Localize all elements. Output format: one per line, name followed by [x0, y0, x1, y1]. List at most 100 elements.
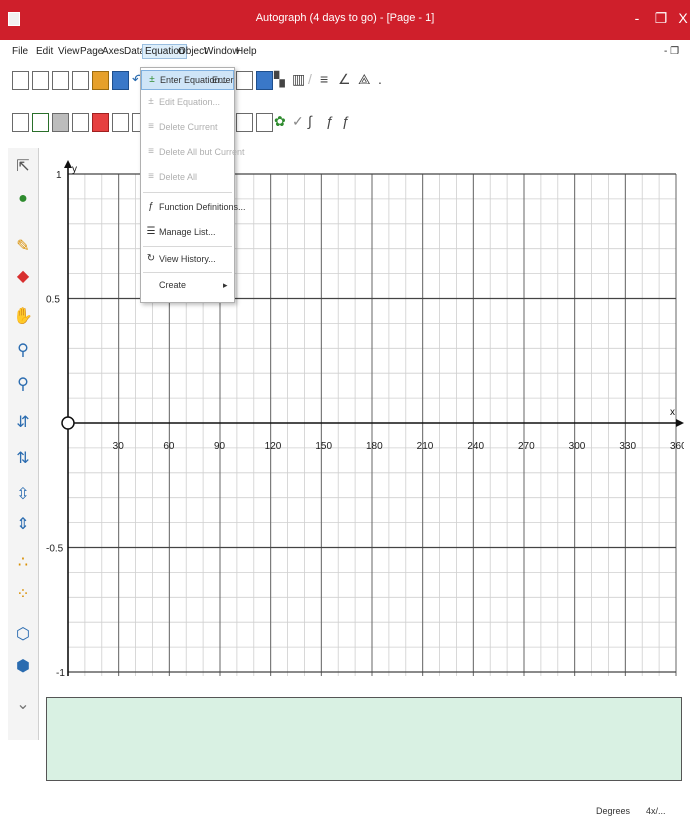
menu-item-create[interactable]: Create ▸ [141, 276, 234, 296]
menu-item-enter-equation[interactable]: ± Enter Equation... Enter [141, 70, 234, 90]
new-page-icon[interactable] [52, 71, 69, 90]
angle-icon[interactable]: ∠ [338, 71, 351, 88]
new-2d-page-icon[interactable] [12, 71, 29, 90]
menu-separator [143, 246, 232, 247]
menu-item-edit-equation[interactable]: ± Edit Equation... [141, 93, 234, 113]
more-icon[interactable]: . [378, 71, 382, 87]
slow-plot-icon[interactable] [236, 113, 253, 132]
y-axis-arrow [64, 160, 72, 168]
text-box-icon[interactable] [236, 71, 253, 90]
checkbox-icon[interactable] [32, 113, 49, 132]
title-bar: Autograph (4 days to go) - [Page - 1] - … [0, 0, 690, 40]
x-tick-label: 270 [518, 441, 535, 452]
window-title: Autograph (4 days to go) - [Page - 1] [255, 12, 435, 24]
delete-current-icon: ≡ [148, 121, 154, 132]
x-tick-label: 360 [670, 441, 684, 452]
y-axis-label: y [72, 164, 77, 175]
restore-child-button[interactable]: - ❐ [664, 46, 679, 57]
reflect-icon[interactable]: ⇕ [12, 514, 34, 536]
add-point-icon[interactable]: ● [12, 188, 34, 210]
translate-icon[interactable]: ⇳ [12, 484, 34, 506]
new-probability-page-icon[interactable] [72, 71, 89, 90]
x-tick-label: 210 [417, 441, 434, 452]
x-tick-label: 150 [315, 441, 332, 452]
menu-item-manage-list[interactable]: ☰ Manage List... [141, 223, 234, 243]
collapse-icon[interactable]: ⌄ [12, 694, 34, 716]
function-def-icon[interactable]: ƒ [342, 113, 350, 129]
paint-icon[interactable]: ▚ [274, 71, 285, 88]
open-folder-icon[interactable] [92, 71, 109, 90]
angle-mode-label: Degrees [596, 806, 631, 816]
menu-separator [143, 272, 232, 273]
tick-icon[interactable]: ✓ [292, 113, 304, 130]
delete-all-but-current-icon: ≡ [148, 146, 154, 157]
list-icon[interactable]: ≡ [320, 71, 328, 87]
fast-plot-icon[interactable] [256, 113, 273, 132]
x-axis-arrow [676, 419, 684, 427]
x-tick-label: 180 [366, 441, 383, 452]
pencil-icon[interactable]: ✎ [12, 236, 34, 258]
scatter-icon[interactable]: ∴ [12, 552, 34, 574]
menu-item-delete-all[interactable]: ≡ Delete All [141, 168, 234, 188]
y-tick-label: -0.5 [46, 544, 64, 555]
hand-icon[interactable]: ✋ [12, 306, 34, 328]
x-tick-label: 30 [113, 441, 125, 452]
turtle-icon[interactable]: ✿ [274, 113, 286, 130]
status-extra: 4x/... [646, 806, 666, 816]
integral-icon[interactable]: ∫ [308, 113, 312, 129]
edit-equation-icon: ± [148, 96, 154, 107]
zoom-out-icon[interactable]: ⚲ [12, 374, 34, 396]
status-bar: Degrees 4x/... [0, 800, 690, 818]
menu-bar: File Edit View Page Axes Data Equation O… [0, 40, 690, 64]
y-tick-label: 1 [56, 170, 62, 181]
zoom-box-icon[interactable] [112, 113, 129, 132]
menu-item-function-definitions[interactable]: ƒ Function Definitions... [141, 198, 245, 218]
menu-view[interactable]: View [58, 46, 80, 57]
new-3d-page-icon[interactable] [32, 71, 49, 90]
menu-axes[interactable]: Axes [102, 46, 124, 57]
save-icon[interactable] [112, 71, 129, 90]
stretch-x-icon[interactable]: ⇵ [12, 412, 34, 434]
menu-item-view-history[interactable]: ↻ View History... [141, 250, 234, 270]
snowflake-icon[interactable] [72, 113, 89, 132]
eraser-icon[interactable]: ◆ [12, 266, 34, 288]
menu-page[interactable]: Page [80, 46, 103, 57]
history-icon: ↻ [146, 253, 156, 264]
menu-file[interactable]: File [12, 46, 28, 57]
menu-object[interactable]: Object [178, 46, 207, 57]
grid-scale-icon[interactable]: ▥ [292, 71, 305, 88]
select-mode-icon[interactable]: ⇱ [12, 156, 34, 178]
manage-list-icon: ☰ [146, 226, 156, 237]
stretch-y-icon[interactable]: ⇅ [12, 448, 34, 470]
equation-entry-panel[interactable] [46, 697, 682, 781]
arrow-down-icon[interactable] [92, 113, 109, 132]
minimize-button[interactable]: - [628, 10, 646, 26]
grid-icon[interactable] [52, 113, 69, 132]
page-mode-icon[interactable] [12, 113, 29, 132]
enter-equation-icon: ± [149, 74, 155, 85]
delete-all-icon: ≡ [148, 171, 154, 182]
function-icon[interactable]: ƒ [326, 113, 334, 129]
menu-window[interactable]: Window [204, 46, 240, 57]
y-tick-label: 0.5 [46, 295, 60, 306]
menu-item-delete-current[interactable]: ≡ Delete Current [141, 118, 234, 138]
zoom-in-icon[interactable]: ⚲ [12, 340, 34, 362]
left-toolbar: ⇱ ● ✎ ◆ ✋ ⚲ ⚲ ⇵ ⇅ ⇳ ⇕ ∴ ⁘ ⬡ ⬢ ⌄ [8, 148, 39, 740]
close-button[interactable]: X [674, 10, 690, 26]
menu-item-delete-all-but-current[interactable]: ≡ Delete All but Current [141, 143, 244, 163]
divider-icon: / [308, 71, 312, 87]
x-tick-label: 330 [619, 441, 636, 452]
origin-marker [61, 416, 75, 430]
x-tick-label: 60 [163, 441, 175, 452]
function-definitions-icon: ƒ [148, 201, 154, 212]
plot-points-icon[interactable]: ⁘ [12, 584, 34, 606]
table-icon[interactable] [256, 71, 273, 90]
menu-edit[interactable]: Edit [36, 46, 53, 57]
menu-separator [143, 192, 232, 193]
maximize-button[interactable]: ❐ [652, 10, 670, 27]
shape-icon[interactable]: ⬡ [12, 624, 34, 646]
x-tick-label: 300 [569, 441, 586, 452]
shape-outline-icon[interactable]: ⬢ [12, 656, 34, 678]
menu-help[interactable]: Help [236, 46, 257, 57]
triangle-icon[interactable]: ⟁ [358, 71, 371, 88]
